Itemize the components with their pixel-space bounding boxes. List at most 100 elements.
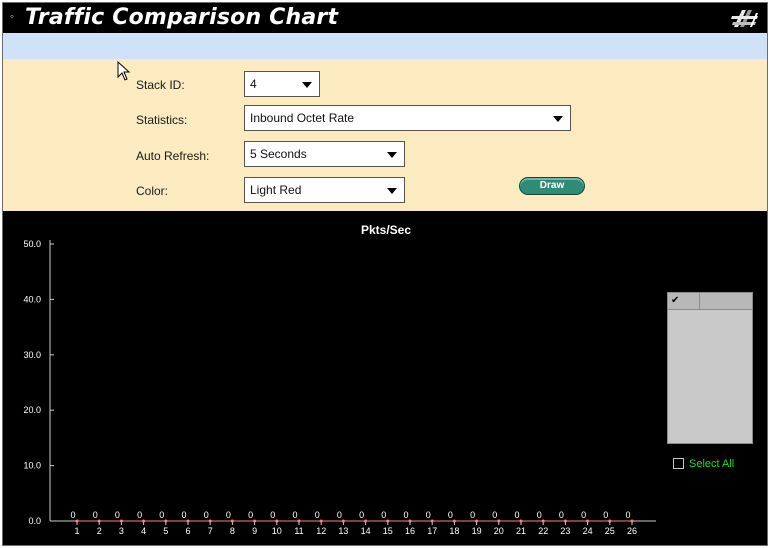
data-point: [319, 519, 323, 523]
data-point: [541, 519, 545, 523]
x-tick-label: 14: [361, 526, 371, 536]
x-tick-label: 20: [494, 526, 504, 536]
color-label: Color:: [136, 184, 169, 198]
data-label: 0: [292, 510, 297, 520]
data-label: 0: [403, 510, 408, 520]
info-strip: [3, 33, 767, 59]
data-point: [208, 519, 212, 523]
x-tick-label: 2: [97, 526, 102, 536]
color-value: Light Red: [250, 183, 302, 197]
title-bullet-icon: ◦: [10, 11, 14, 23]
check-column-header: ✔: [668, 293, 700, 309]
chart-canvas: 0.010.020.030.040.050.01 2 3 4 5 6 7 8 9 10 11 12 13…: [23, 239, 656, 536]
data-label: 0: [514, 510, 519, 520]
stack-id-select[interactable]: 4: [244, 71, 320, 97]
chart-title: Pkts/Sec: [360, 223, 412, 237]
x-tick-label: 1: [74, 526, 79, 536]
data-point: [275, 519, 279, 523]
x-tick-label: 15: [383, 526, 393, 536]
data-point: [430, 519, 434, 523]
y-tick-label: 40.0: [23, 294, 41, 304]
statistics-select[interactable]: Inbound Octet Rate: [244, 105, 571, 131]
data-point: [75, 519, 79, 523]
color-select[interactable]: Light Red: [244, 177, 405, 203]
x-tick-label: 12: [316, 526, 326, 536]
data-label: 0: [470, 510, 475, 520]
data-point: [586, 519, 590, 523]
data-label: 0: [581, 510, 586, 520]
auto-refresh-select[interactable]: 5 Seconds: [244, 141, 405, 167]
data-label: 0: [70, 510, 75, 520]
x-tick-label: 24: [583, 526, 593, 536]
x-tick-label: 5: [163, 526, 168, 536]
data-label: 0: [115, 510, 120, 520]
y-tick-label: 30.0: [23, 350, 41, 360]
y-tick-label: 50.0: [23, 239, 41, 249]
x-tick-label: 7: [208, 526, 213, 536]
data-point: [608, 519, 612, 523]
port-list-box[interactable]: ✔: [667, 292, 753, 444]
page-title: Traffic Comparison Chart: [25, 5, 339, 30]
data-label: 0: [181, 510, 186, 520]
data-label: 0: [537, 510, 542, 520]
data-label: 0: [204, 510, 209, 520]
stack-id-label: Stack ID:: [136, 78, 185, 92]
data-point: [386, 519, 390, 523]
data-point: [142, 519, 146, 523]
data-point: [164, 519, 168, 523]
chevron-down-icon: [553, 116, 563, 122]
select-all-checkbox[interactable]: [673, 458, 684, 469]
data-point: [230, 519, 234, 523]
data-label: 0: [359, 510, 364, 520]
x-tick-label: 19: [472, 526, 482, 536]
data-label: 0: [315, 510, 320, 520]
y-tick-label: 0.0: [28, 516, 41, 526]
x-tick-label: 17: [427, 526, 437, 536]
traffic-comparison-window: ◦ Traffic Comparison Chart Stack ID: 4 S…: [2, 2, 768, 546]
mouse-cursor-icon: [117, 61, 131, 81]
data-label: 0: [270, 510, 275, 520]
x-tick-label: 21: [516, 526, 526, 536]
data-label: 0: [337, 510, 342, 520]
auto-refresh-label: Auto Refresh:: [136, 149, 210, 163]
y-tick-label: 20.0: [23, 405, 41, 415]
stack-id-value: 4: [250, 77, 257, 91]
x-tick-label: 22: [538, 526, 548, 536]
data-label: 0: [226, 510, 231, 520]
data-label: 0: [381, 510, 386, 520]
y-tick-label: 10.0: [23, 461, 41, 471]
data-label: 0: [426, 510, 431, 520]
x-tick-label: 25: [605, 526, 615, 536]
x-tick-label: 18: [449, 526, 459, 536]
data-point: [253, 519, 257, 523]
control-panel: Stack ID: 4 Statistics: Inbound Octet Ra…: [3, 59, 767, 211]
chevron-down-icon: [387, 152, 397, 158]
data-label: 0: [603, 510, 608, 520]
x-tick-label: 10: [272, 526, 282, 536]
data-point: [408, 519, 412, 523]
data-label: 0: [248, 510, 253, 520]
data-label: 0: [492, 510, 497, 520]
auto-refresh-value: 5 Seconds: [250, 147, 307, 161]
port-list-header: ✔: [668, 293, 752, 310]
data-point: [341, 519, 345, 523]
x-tick-label: 23: [560, 526, 570, 536]
draw-button[interactable]: Draw: [519, 177, 585, 195]
x-tick-label: 8: [230, 526, 235, 536]
data-point: [97, 519, 101, 523]
title-bar: ◦ Traffic Comparison Chart: [3, 3, 767, 33]
x-tick-label: 9: [252, 526, 257, 536]
data-point: [297, 519, 301, 523]
x-tick-label: 26: [627, 526, 637, 536]
data-label: 0: [93, 510, 98, 520]
data-label: 0: [137, 510, 142, 520]
x-tick-label: 4: [141, 526, 146, 536]
data-point: [452, 519, 456, 523]
chevron-down-icon: [387, 188, 397, 194]
data-point: [519, 519, 523, 523]
x-tick-label: 3: [119, 526, 124, 536]
x-tick-label: 16: [405, 526, 415, 536]
data-point: [497, 519, 501, 523]
brand-logo-icon: [731, 10, 758, 27]
data-label: 0: [625, 510, 630, 520]
